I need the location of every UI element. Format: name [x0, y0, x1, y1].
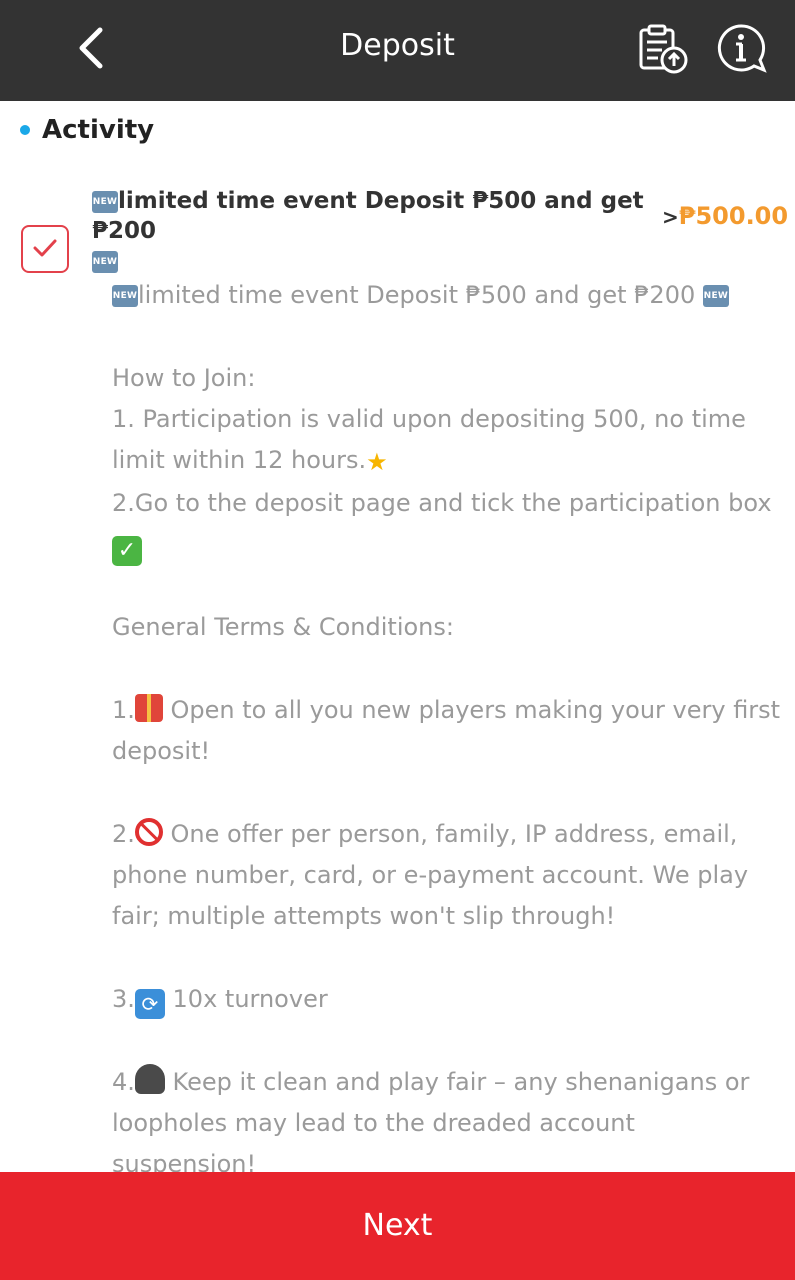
- amount-prefix: >: [662, 205, 679, 229]
- new-badge: NEW: [112, 285, 138, 307]
- term-2: 2. One offer per person, family, IP addr…: [112, 817, 749, 931]
- gift-icon: [134, 693, 163, 722]
- section-label: Activity: [42, 115, 155, 145]
- event-title: limited time event Deposit ₱500 and get …: [92, 188, 644, 244]
- section-header: Activity: [20, 112, 154, 148]
- star-icon: ★: [366, 448, 388, 477]
- no-entry-icon: [134, 817, 163, 846]
- term-4: 4. Keep it clean and play fair – any she…: [112, 1062, 782, 1172]
- detective-icon: [134, 1063, 165, 1094]
- step-1: 1. Participation is valid upon depositin…: [112, 399, 782, 484]
- new-badge: NEW: [92, 250, 118, 273]
- how-to-join-heading: How to Join:: [112, 363, 256, 392]
- term-1: 1. Open to all you new players making yo…: [112, 693, 781, 766]
- new-badge: NEW: [702, 285, 729, 307]
- event-title-row[interactable]: NEWlimited time event Deposit ₱500 and g…: [92, 186, 662, 276]
- new-badge: NEW: [92, 190, 118, 213]
- next-button[interactable]: Next: [0, 1172, 795, 1280]
- deposit-records-button[interactable]: [636, 22, 690, 76]
- info-chat-icon: [717, 24, 767, 73]
- term-3: 3. ⟳ 10x turnover: [112, 979, 782, 1020]
- clipboard-upload-icon: [639, 24, 688, 74]
- amount-value: ₱500.00: [678, 202, 789, 230]
- top-bar: Deposit: [0, 0, 795, 101]
- event-amount: >₱500.00: [662, 202, 788, 230]
- event-description: NEWlimited time event Deposit ₱500 and g…: [112, 275, 782, 1172]
- step-2: 2.Go to the deposit page and tick the pa…: [112, 489, 772, 518]
- terms-heading: General Terms & Conditions:: [112, 613, 454, 642]
- help-button[interactable]: [714, 22, 768, 76]
- check-mark-icon: ✓: [112, 535, 142, 566]
- section-dot: [20, 125, 30, 135]
- check-icon: [33, 239, 57, 257]
- cycle-arrows-icon: ⟳: [134, 989, 165, 1020]
- desc-headline: limited time event Deposit ₱500 and get …: [138, 281, 696, 309]
- event-checkbox[interactable]: [21, 225, 69, 273]
- desc-headline-line: NEWlimited time event Deposit ₱500 and g…: [112, 275, 782, 316]
